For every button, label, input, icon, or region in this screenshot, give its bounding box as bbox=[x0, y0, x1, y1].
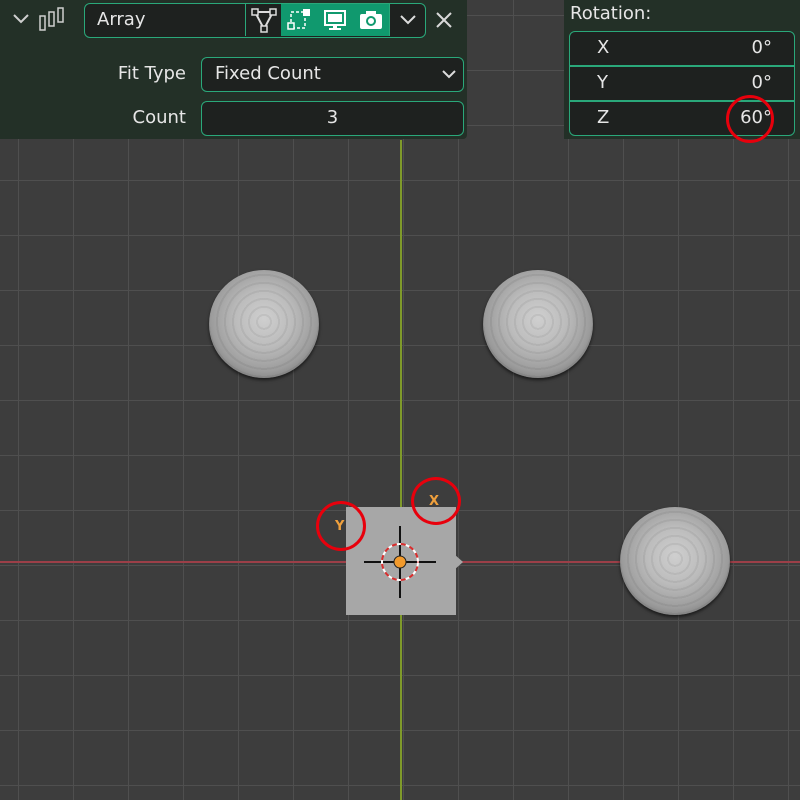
modifier-panel: Array Fit Type Fixed Count Count 3 bbox=[0, 0, 467, 139]
render-camera-icon bbox=[360, 11, 382, 29]
modifier-name-text: Array bbox=[97, 9, 146, 30]
count-label: Count bbox=[132, 107, 186, 128]
render-button[interactable] bbox=[353, 4, 389, 36]
edit-mode-icon bbox=[251, 8, 277, 33]
sphere-array-instance-1[interactable] bbox=[209, 270, 319, 378]
fit-type-dropdown[interactable]: Fixed Count bbox=[201, 57, 464, 92]
collapse-chevron-icon[interactable] bbox=[12, 12, 30, 26]
highlight-circle-y-label bbox=[316, 501, 366, 551]
rotation-panel: Rotation: X 0° Y 0° Z 60° bbox=[564, 0, 800, 143]
fit-type-value: Fixed Count bbox=[215, 63, 321, 84]
empty-object-arrow bbox=[454, 554, 463, 570]
origin-cursor-icon bbox=[364, 526, 436, 598]
fit-type-label: Fit Type bbox=[117, 63, 186, 84]
rotation-x-field[interactable]: X 0° bbox=[569, 31, 795, 66]
count-value: 3 bbox=[326, 107, 339, 128]
sphere-array-instance-2[interactable] bbox=[483, 270, 593, 378]
modifier-menu-button[interactable] bbox=[389, 4, 425, 36]
array-modifier-icon bbox=[39, 7, 64, 31]
highlight-circle-z-value bbox=[726, 95, 774, 143]
edit-mode-button[interactable] bbox=[245, 4, 282, 36]
rotation-y-axis: Y bbox=[597, 72, 608, 93]
modifier-name-input[interactable]: Array bbox=[84, 3, 426, 38]
highlight-circle-x-label bbox=[411, 477, 461, 525]
fit-type-chevron-icon bbox=[442, 70, 456, 79]
rotation-x-axis: X bbox=[597, 37, 610, 58]
rotation-title: Rotation: bbox=[570, 3, 652, 24]
close-icon[interactable] bbox=[434, 10, 454, 30]
dropdown-chevron-icon bbox=[400, 15, 416, 25]
realtime-display-icon bbox=[324, 10, 346, 30]
rotation-x-value: 0° bbox=[751, 37, 772, 58]
on-cage-icon bbox=[287, 9, 310, 30]
rotation-z-axis: Z bbox=[597, 107, 610, 128]
y-axis-line bbox=[400, 140, 402, 800]
count-input[interactable]: 3 bbox=[201, 101, 464, 136]
rotation-y-field[interactable]: Y 0° bbox=[569, 66, 795, 101]
rotation-y-value: 0° bbox=[751, 72, 772, 93]
sphere-array-instance-3[interactable] bbox=[620, 507, 730, 615]
realtime-display-button[interactable] bbox=[317, 4, 353, 36]
on-cage-button[interactable] bbox=[281, 4, 317, 36]
